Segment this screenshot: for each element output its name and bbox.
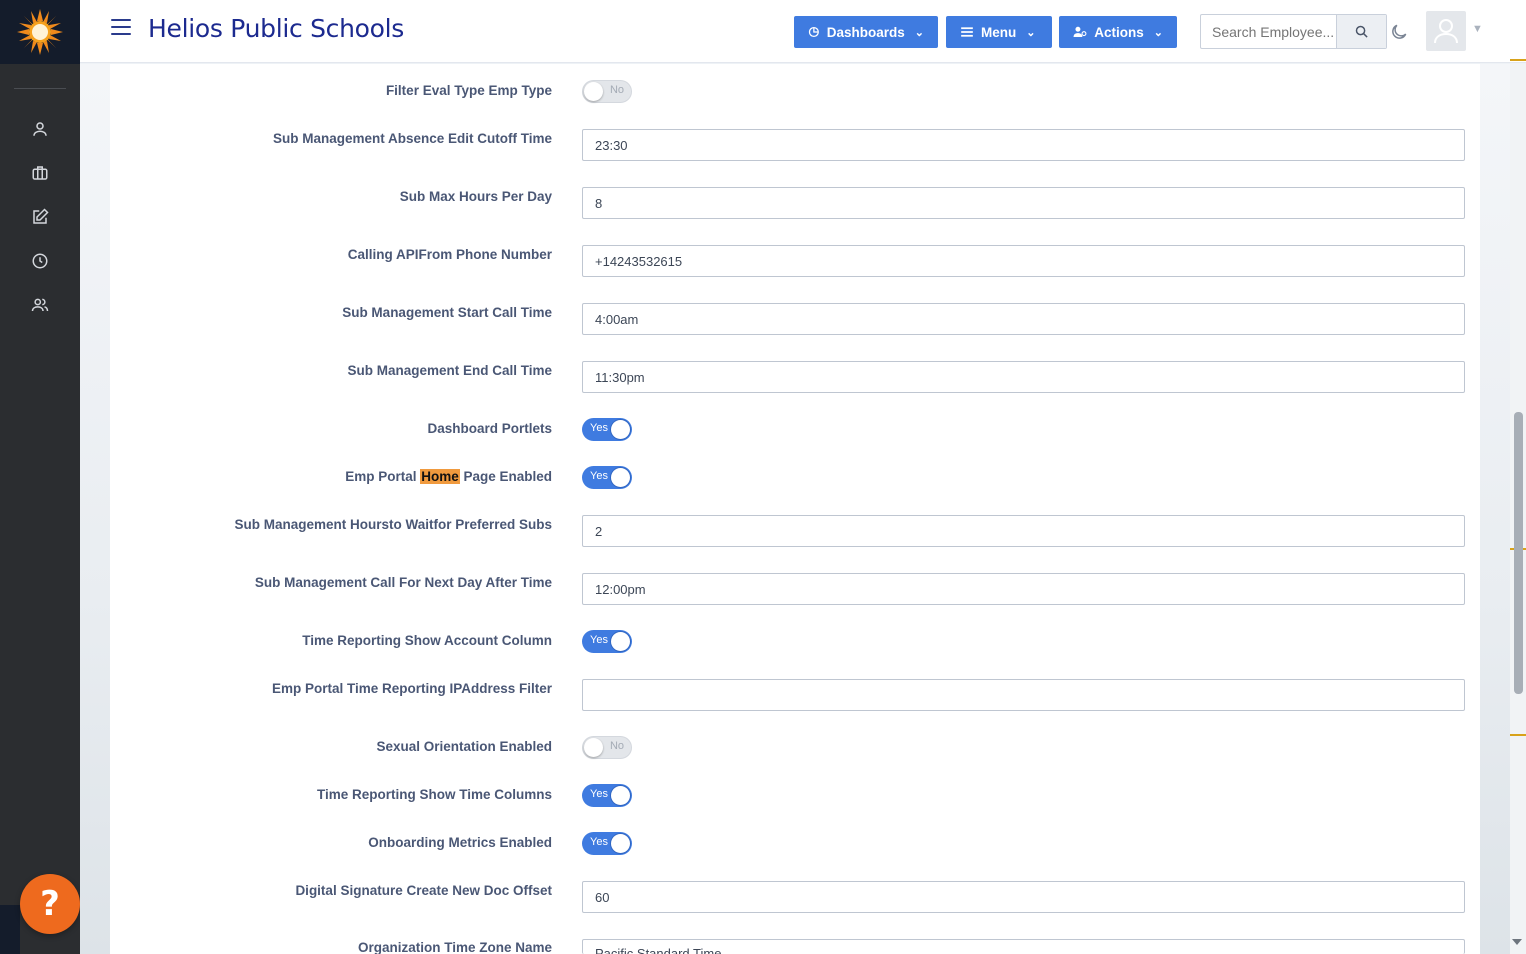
toggle-knob <box>584 738 603 757</box>
top-header: Helios Public Schools Dashboards ⌄ Menu … <box>80 0 1526 63</box>
toggle-knob <box>611 632 630 651</box>
chevron-down-icon: ⌄ <box>914 26 924 39</box>
label-part: Page Enabled <box>459 469 552 484</box>
toggle-knob <box>611 420 630 439</box>
setting-label: Dashboard Portlets <box>427 421 552 436</box>
dashboards-button[interactable]: Dashboards ⌄ <box>794 16 938 48</box>
setting-input[interactable]: 12:00pm <box>582 573 1465 605</box>
setting-label: Calling APIFrom Phone Number <box>347 247 552 262</box>
setting-input[interactable]: 11:30pm <box>582 361 1465 393</box>
sidebar-item-jobs[interactable] <box>28 161 52 185</box>
toggle-knob <box>584 82 603 101</box>
setting-label: Sub Max Hours Per Day <box>399 189 552 204</box>
setting-input[interactable]: 8 <box>582 187 1465 219</box>
setting-label: Emp Portal Home Page Enabled <box>132 469 552 484</box>
chevron-down-icon[interactable]: ▼ <box>1472 23 1483 35</box>
setting-label: Sub Management Hoursto Waitfor Preferred… <box>234 517 552 532</box>
scrollbar-thumb[interactable] <box>1514 412 1523 694</box>
sidebar-item-edit[interactable] <box>28 205 52 229</box>
setting-label: Time Reporting Show Account Column <box>302 633 552 648</box>
search-highlight: Home <box>420 469 460 484</box>
toggle-state: Yes <box>590 634 608 646</box>
setting-toggle[interactable]: No <box>582 80 632 103</box>
setting-label: Sexual Orientation Enabled <box>376 739 552 754</box>
setting-toggle[interactable]: Yes <box>582 418 632 441</box>
help-button[interactable]: ? <box>20 874 80 934</box>
setting-toggle[interactable]: Yes <box>582 784 632 807</box>
setting-toggle[interactable]: No <box>582 736 632 759</box>
dashboards-label: Dashboards <box>826 24 905 40</box>
avatar[interactable] <box>1426 11 1466 51</box>
edit-icon <box>33 208 49 224</box>
setting-input[interactable]: 23:30 <box>582 129 1465 161</box>
sidebar-item-profile[interactable] <box>28 117 52 141</box>
toggle-knob <box>611 786 630 805</box>
toggle-state: Yes <box>590 422 608 434</box>
setting-label: Organization Time Zone Name <box>357 940 552 954</box>
sidebar <box>0 0 80 954</box>
setting-label: Sub Management Absence Edit Cutoff Time <box>272 131 552 146</box>
sidebar-footer <box>0 905 20 954</box>
toggle-state: No <box>609 84 624 96</box>
setting-input[interactable]: 4:00am <box>582 303 1465 335</box>
chevron-down-icon: ⌄ <box>1153 26 1163 39</box>
menu-label: Menu <box>981 24 1017 40</box>
scroll-search-marker <box>1510 734 1526 736</box>
setting-input[interactable] <box>582 679 1465 711</box>
toggle-knob <box>611 834 630 853</box>
users-icon <box>31 298 49 312</box>
setting-toggle[interactable]: Yes <box>582 832 632 855</box>
hamburger-menu-icon[interactable] <box>111 19 131 35</box>
scroll-search-marker <box>1510 59 1526 61</box>
setting-label: Sub Management End Call Time <box>347 363 552 378</box>
setting-input[interactable]: 2 <box>582 515 1465 547</box>
sun-logo-icon <box>17 9 63 55</box>
toggle-state: Yes <box>590 470 608 482</box>
sidebar-item-time[interactable] <box>28 249 52 273</box>
actions-label: Actions <box>1094 24 1144 40</box>
search-icon <box>1355 25 1368 38</box>
search-button[interactable] <box>1336 15 1386 48</box>
briefcase-icon <box>32 166 48 180</box>
setting-label: Time Reporting Show Time Columns <box>316 787 552 802</box>
menu-button[interactable]: Menu ⌄ <box>946 16 1052 48</box>
setting-label: Onboarding Metrics Enabled <box>368 835 552 850</box>
setting-label: Sub Management Call For Next Day After T… <box>254 575 552 590</box>
label-part: Emp Portal <box>345 469 421 484</box>
setting-label: Digital Signature Create New Doc Offset <box>295 883 552 898</box>
user-icon <box>33 122 47 136</box>
setting-label: Filter Eval Type Emp Type <box>385 83 552 98</box>
toggle-state: Yes <box>590 788 608 800</box>
app-title: Helios Public Schools <box>148 14 404 43</box>
setting-toggle[interactable]: Yes <box>582 630 632 653</box>
employee-search <box>1200 14 1387 49</box>
setting-input[interactable]: Pacific Standard Time <box>582 939 1465 954</box>
setting-input[interactable]: +14243532615 <box>582 245 1465 277</box>
clock-icon <box>32 253 48 269</box>
setting-toggle[interactable]: Yes <box>582 466 632 489</box>
setting-label: Emp Portal Time Reporting IPAddress Filt… <box>271 681 552 696</box>
setting-input[interactable]: 60 <box>582 881 1465 913</box>
logo[interactable] <box>0 0 80 64</box>
scroll-down-icon[interactable] <box>1512 939 1522 945</box>
toggle-state: No <box>609 740 624 752</box>
pie-chart-icon <box>808 26 819 38</box>
list-icon <box>961 27 973 37</box>
sidebar-item-people[interactable] <box>28 293 52 317</box>
user-cog-icon <box>1073 26 1087 37</box>
moon-icon[interactable] <box>1389 22 1409 42</box>
actions-button[interactable]: Actions ⌄ <box>1059 16 1177 48</box>
setting-label: Sub Management Start Call Time <box>342 305 552 320</box>
toggle-state: Yes <box>590 836 608 848</box>
toggle-knob <box>611 468 630 487</box>
user-avatar-icon <box>1434 19 1458 44</box>
sidebar-divider <box>14 88 66 89</box>
search-input[interactable] <box>1201 15 1336 48</box>
chevron-down-icon: ⌄ <box>1026 26 1036 39</box>
